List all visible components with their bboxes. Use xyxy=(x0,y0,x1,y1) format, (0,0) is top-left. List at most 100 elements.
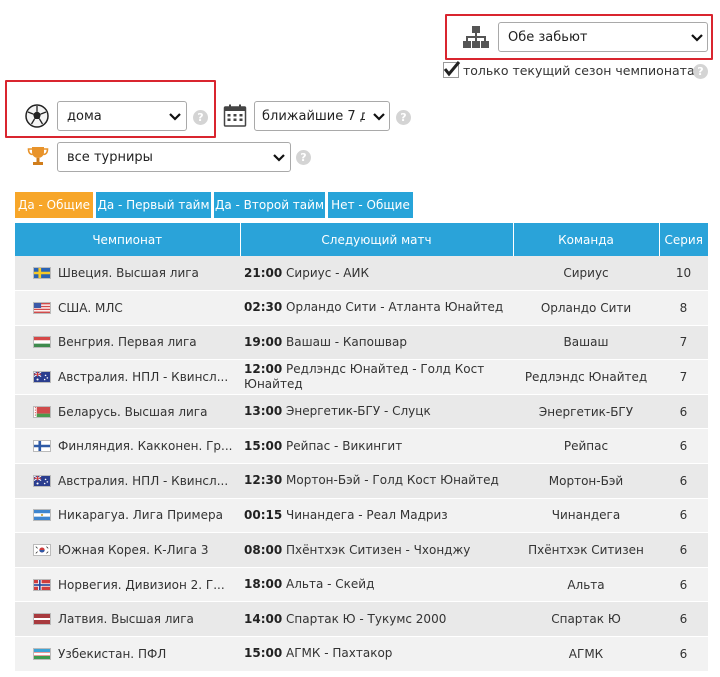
match-name[interactable]: Сириус - АИК xyxy=(286,266,369,280)
championship-name[interactable]: Южная Корея. К-Лига 3 xyxy=(58,543,209,557)
series-cell: 6 xyxy=(659,532,708,568)
championship-cell[interactable]: Швеция. Высшая лига xyxy=(15,256,240,292)
series-cell: 6 xyxy=(659,601,708,638)
championship-name[interactable]: США. МЛС xyxy=(58,301,123,315)
bet-type-select[interactable]: Обе забьют xyxy=(498,22,708,52)
tab-yes-second-half[interactable]: Да - Второй тайм xyxy=(214,192,325,218)
team-cell[interactable]: Альта xyxy=(513,567,659,603)
team-cell[interactable]: АГМК xyxy=(513,636,659,672)
table-row[interactable]: Венгрия. Первая лига 19:00 Вашаш - Капошв… xyxy=(15,325,708,361)
championship-name[interactable]: Беларусь. Высшая лига xyxy=(58,405,207,419)
table-row[interactable]: Австралия. НПЛ - Квинсл... 12:30 Мортон-Б… xyxy=(15,463,708,499)
tab-yes-first-half[interactable]: Да - Первый тайм xyxy=(96,192,211,218)
championship-name[interactable]: Швеция. Высшая лига xyxy=(58,266,199,280)
match-name[interactable]: Энергетик-БГУ - Слуцк xyxy=(286,404,431,418)
team-cell[interactable]: Чинандега xyxy=(513,498,659,534)
table-row[interactable]: Финляндия. Какконен. Гр... 15:00 Рейпас -… xyxy=(15,428,708,465)
championship-name[interactable]: Финляндия. Какконен. Гр... xyxy=(58,439,232,453)
team-cell[interactable]: Пхёнтхэк Ситизен xyxy=(513,532,659,568)
next-match-cell[interactable]: 18:00 Альта - Скейд xyxy=(240,567,513,603)
korea-flag-icon xyxy=(33,544,51,557)
period-select[interactable]: ближайшие 7 д xyxy=(254,101,390,131)
location-help-icon[interactable]: ? xyxy=(193,110,208,125)
match-name[interactable]: Рейпас - Викингит xyxy=(286,439,402,453)
championship-cell[interactable]: Венгрия. Первая лига xyxy=(15,325,240,361)
match-name[interactable]: Вашаш - Капошвар xyxy=(286,335,407,349)
championship-cell[interactable]: США. МЛС xyxy=(15,290,240,326)
championship-cell[interactable]: Финляндия. Какконен. Гр... xyxy=(15,428,240,465)
championship-cell[interactable]: Латвия. Высшая лига xyxy=(15,601,240,638)
table-row[interactable]: Латвия. Высшая лига 14:00 Спартак Ю - Тук… xyxy=(15,601,708,638)
table-row[interactable]: Швеция. Высшая лига 21:00 Сириус - АИК Сир… xyxy=(15,256,708,292)
championship-name[interactable]: Венгрия. Первая лига xyxy=(58,335,197,349)
championship-cell[interactable]: Южная Корея. К-Лига 3 xyxy=(15,532,240,568)
championship-name[interactable]: Австралия. НПЛ - Квинсл... xyxy=(58,370,228,384)
championship-cell[interactable]: Никарагуа. Лига Примера xyxy=(15,498,240,534)
match-name[interactable]: Орландо Сити - Атланта Юнайтед xyxy=(286,300,503,314)
next-match-cell[interactable]: 08:00 Пхёнтхэк Ситизен - Чхонджу xyxy=(240,532,513,568)
next-match-cell[interactable]: 13:00 Энергетик-БГУ - Слуцк xyxy=(240,394,513,430)
hungary-flag-icon xyxy=(33,336,51,349)
table-row[interactable]: Беларусь. Высшая лига 13:00 Энергетик-БГУ… xyxy=(15,394,708,430)
table-row[interactable]: Узбекистан. ПФЛ 15:00 АГМК - Пахтакор АГМК… xyxy=(15,636,708,672)
season-checkbox-label: только текущий сезон чемпионата xyxy=(463,63,695,78)
championship-cell[interactable]: Узбекистан. ПФЛ xyxy=(15,636,240,672)
season-checkbox[interactable] xyxy=(443,61,461,78)
team-cell[interactable]: Энергетик-БГУ xyxy=(513,394,659,430)
series-table: Чемпионат Следующий матч Команда Серия Ш… xyxy=(15,223,708,672)
team-cell[interactable]: Мортон-Бэй xyxy=(513,463,659,499)
tournament-help-icon[interactable]: ? xyxy=(296,150,311,165)
team-cell[interactable]: Спартак Ю xyxy=(513,601,659,638)
match-name[interactable]: Пхёнтхэк Ситизен - Чхонджу xyxy=(286,543,470,557)
championship-cell[interactable]: Австралия. НПЛ - Квинсл... xyxy=(15,463,240,499)
next-match-cell[interactable]: 21:00 Сириус - АИК xyxy=(240,256,513,292)
team-cell[interactable]: Сириус xyxy=(513,256,659,292)
match-name[interactable]: Чинандега - Реал Мадриз xyxy=(286,508,448,522)
team-cell[interactable]: Вашаш xyxy=(513,325,659,361)
match-name[interactable]: Альта - Скейд xyxy=(286,577,374,591)
location-select[interactable]: дома xyxy=(57,101,187,131)
table-row[interactable]: Норвегия. Дивизион 2. Г... 18:00 Альта - … xyxy=(15,567,708,603)
championship-name[interactable]: Узбекистан. ПФЛ xyxy=(58,647,166,661)
team-cell[interactable]: Редлэндс Юнайтед xyxy=(513,359,659,395)
next-match-cell[interactable]: 02:30 Орландо Сити - Атланта Юнайтед xyxy=(240,290,513,326)
next-match-cell[interactable]: 15:00 Рейпас - Викингит xyxy=(240,428,513,465)
championship-name[interactable]: Норвегия. Дивизион 2. Г... xyxy=(58,578,225,592)
tournament-select[interactable]: все турниры xyxy=(57,142,291,172)
finland-flag-icon xyxy=(33,440,51,453)
column-header-team[interactable]: Команда xyxy=(513,223,660,256)
hierarchy-icon xyxy=(462,24,490,50)
sweden-flag-icon xyxy=(33,267,51,280)
next-match-cell[interactable]: 19:00 Вашаш - Капошвар xyxy=(240,325,513,361)
championship-cell[interactable]: Норвегия. Дивизион 2. Г... xyxy=(15,567,240,603)
match-time: 00:15 xyxy=(244,507,283,522)
next-match-cell[interactable]: 12:00 Редлэндс Юнайтед - Голд Кост Юнайт… xyxy=(240,359,513,395)
championship-name[interactable]: Австралия. НПЛ - Квинсл... xyxy=(58,474,228,488)
championship-cell[interactable]: Австралия. НПЛ - Квинсл... xyxy=(15,359,240,395)
latvia-flag-icon xyxy=(33,613,51,626)
championship-name[interactable]: Латвия. Высшая лига xyxy=(58,612,194,626)
column-header-next-match[interactable]: Следующий матч xyxy=(240,223,514,256)
match-name[interactable]: Спартак Ю - Тукумс 2000 xyxy=(286,612,446,626)
championship-name[interactable]: Никарагуа. Лига Примера xyxy=(58,508,223,522)
tab-yes-total[interactable]: Да - Общие xyxy=(15,192,93,218)
team-cell[interactable]: Рейпас xyxy=(513,428,659,465)
tab-no-total[interactable]: Нет - Общие xyxy=(328,192,413,218)
table-row[interactable]: Австралия. НПЛ - Квинсл... 12:00 Редлэндс… xyxy=(15,359,708,395)
next-match-cell[interactable]: 15:00 АГМК - Пахтакор xyxy=(240,636,513,672)
column-header-championship[interactable]: Чемпионат xyxy=(15,223,241,256)
series-cell: 6 xyxy=(659,567,708,603)
column-header-series[interactable]: Серия xyxy=(659,223,708,256)
table-row[interactable]: Южная Корея. К-Лига 3 08:00 Пхёнтхэк Сити… xyxy=(15,532,708,568)
match-name[interactable]: Мортон-Бэй - Голд Кост Юнайтед xyxy=(286,473,499,487)
next-match-cell[interactable]: 12:30 Мортон-Бэй - Голд Кост Юнайтед xyxy=(240,463,513,499)
match-name[interactable]: АГМК - Пахтакор xyxy=(286,646,392,660)
next-match-cell[interactable]: 00:15 Чинандега - Реал Мадриз xyxy=(240,498,513,534)
next-match-cell[interactable]: 14:00 Спартак Ю - Тукумс 2000 xyxy=(240,601,513,638)
championship-cell[interactable]: Беларусь. Высшая лига xyxy=(15,394,240,430)
table-row[interactable]: Никарагуа. Лига Примера 00:15 Чинандега -… xyxy=(15,498,708,534)
team-cell[interactable]: Орландо Сити xyxy=(513,290,659,326)
table-row[interactable]: США. МЛС 02:30 Орландо Сити - Атланта Юна… xyxy=(15,290,708,326)
period-help-icon[interactable]: ? xyxy=(396,110,411,125)
season-help-icon[interactable]: ? xyxy=(693,64,708,79)
